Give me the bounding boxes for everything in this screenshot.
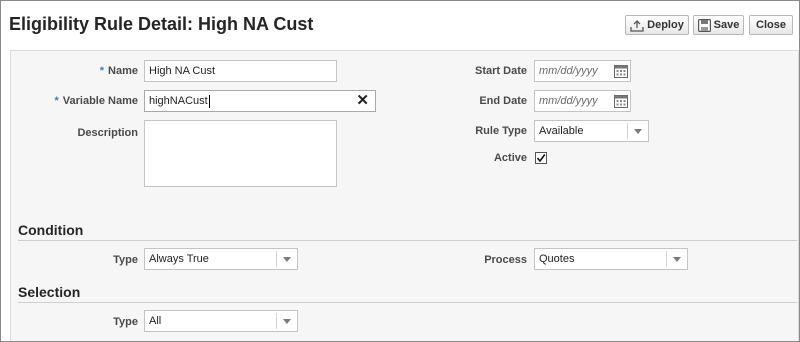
variable-name-label: * Variable Name <box>54 95 139 107</box>
form-panel <box>10 50 799 341</box>
description-textarea[interactable] <box>144 120 337 187</box>
chevron-down-icon <box>627 123 648 139</box>
window-frame: Eligibility Rule Detail: High NA Cust De… <box>0 0 800 342</box>
selection-type-label: Type <box>113 316 138 328</box>
calendar-icon[interactable] <box>614 64 628 78</box>
active-label: Active <box>493 152 527 164</box>
condition-heading: Condition <box>18 222 84 238</box>
close-button-label: Close <box>756 19 786 31</box>
condition-type-label: Type <box>113 254 138 266</box>
chevron-down-icon <box>276 313 297 329</box>
name-field-value: High NA Cust <box>149 65 216 77</box>
end-date-label: End Date <box>479 95 527 107</box>
section-divider <box>18 302 797 303</box>
description-label: Description <box>77 127 138 139</box>
deploy-button-label: Deploy <box>647 19 684 31</box>
selection-type-select[interactable]: All <box>144 310 298 332</box>
checkmark-icon <box>536 154 546 163</box>
upload-icon <box>630 19 644 32</box>
condition-type-select[interactable]: Always True <box>144 248 298 270</box>
name-field[interactable]: High NA Cust <box>144 60 337 82</box>
chevron-down-icon <box>276 251 297 267</box>
variable-name-field-value: highNACust <box>149 95 208 107</box>
save-button-label: Save <box>713 19 740 31</box>
process-select[interactable]: Quotes <box>534 248 688 270</box>
save-button[interactable]: Save <box>693 15 744 35</box>
deploy-button[interactable]: Deploy <box>625 15 689 35</box>
floppy-disk-icon <box>697 18 711 32</box>
active-checkbox[interactable] <box>535 152 547 164</box>
required-marker: * <box>54 95 59 107</box>
rule-type-select[interactable]: Available <box>534 120 649 142</box>
rule-type-label: Rule Type <box>475 125 527 137</box>
selection-heading: Selection <box>18 284 81 300</box>
required-marker: * <box>99 65 105 77</box>
text-cursor <box>208 94 210 108</box>
section-divider <box>18 240 797 241</box>
clear-x-icon[interactable]: ✕ <box>356 93 369 108</box>
close-button[interactable]: Close <box>749 15 793 35</box>
variable-name-field[interactable]: highNACust ✕ <box>144 90 376 112</box>
process-label: Process <box>484 254 527 266</box>
page-title: Eligibility Rule Detail: High NA Cust <box>9 14 314 34</box>
name-label: * Name <box>99 65 138 77</box>
start-date-label: Start Date <box>475 65 527 77</box>
calendar-icon[interactable] <box>614 94 628 108</box>
chevron-down-icon <box>666 251 687 267</box>
